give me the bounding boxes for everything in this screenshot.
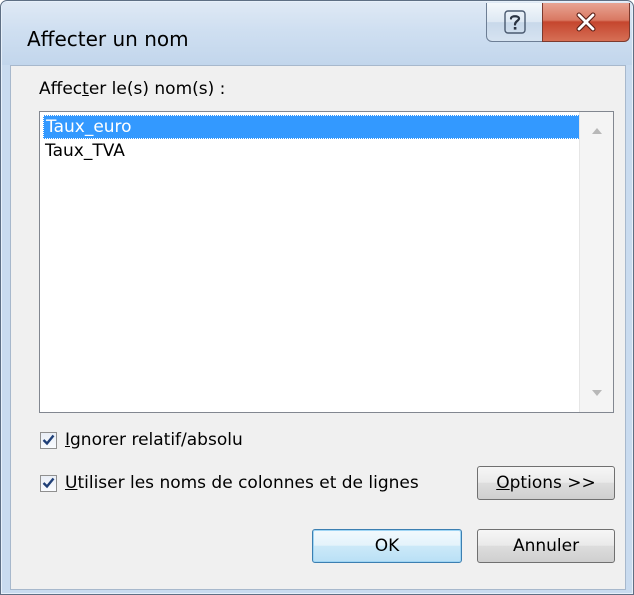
names-list-label: Affecter le(s) nom(s) : (39, 79, 226, 99)
cancel-button[interactable]: Annuler (477, 529, 615, 563)
ignore-relative-absolute-checkbox[interactable] (40, 431, 57, 449)
checkmark-icon (42, 434, 55, 446)
names-listbox[interactable]: Taux_euro Taux_TVA (39, 111, 614, 413)
ok-button[interactable]: OK (312, 529, 462, 563)
scroll-up-arrow-icon[interactable] (580, 114, 614, 148)
use-row-column-names-checkbox[interactable] (40, 474, 57, 492)
vertical-scrollbar[interactable] (579, 112, 613, 412)
question-mark-icon (503, 10, 526, 34)
title-bar[interactable]: Affecter un nom (2, 2, 632, 65)
checkmark-icon (42, 477, 55, 489)
ignore-relative-absolute-label: Ignorer relatif/absolu (65, 430, 243, 450)
use-row-column-names-option[interactable]: Utiliser les noms de colonnes et de lign… (40, 471, 419, 495)
options-button[interactable]: Options >> (477, 466, 615, 500)
dialog-window: Affecter un nom Affecter le(s) nom(s) : … (0, 0, 634, 595)
close-button[interactable] (542, 3, 630, 42)
help-button[interactable] (486, 3, 543, 42)
close-x-icon (576, 12, 596, 32)
scroll-down-arrow-icon[interactable] (580, 376, 614, 410)
ignore-relative-absolute-option[interactable]: Ignorer relatif/absolu (40, 428, 243, 452)
list-item[interactable]: Taux_TVA (43, 139, 580, 163)
list-item[interactable]: Taux_euro (43, 115, 580, 139)
dialog-client-area: Affecter le(s) nom(s) : Taux_euro Taux_T… (10, 65, 626, 590)
use-row-column-names-label: Utiliser les noms de colonnes et de lign… (65, 473, 419, 493)
dialog-title: Affecter un nom (27, 27, 189, 51)
